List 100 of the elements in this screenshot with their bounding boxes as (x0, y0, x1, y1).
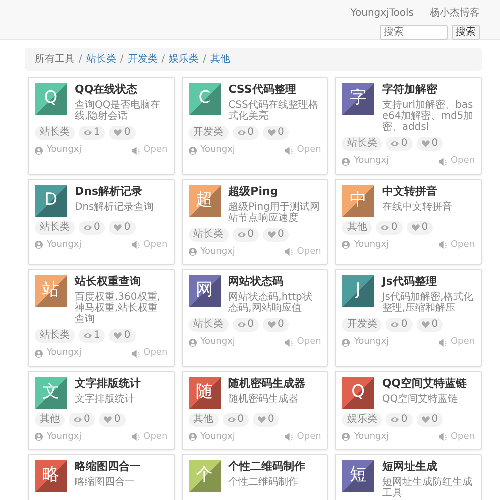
speaker-icon (132, 433, 140, 442)
open-link[interactable]: Open (450, 336, 475, 350)
tool-title[interactable]: 站长权重查询 (75, 275, 168, 288)
logo-tile: Q (35, 83, 67, 115)
heart-icon (114, 332, 122, 340)
view-number: 0 (248, 319, 254, 331)
user-icon (35, 433, 43, 442)
open-link[interactable]: Open (297, 246, 322, 259)
tool-description: 查询QQ是否电脑在线,隐射会话 (75, 100, 162, 122)
tool-description: 超级Ping用于测试网站节点响应速度 (228, 202, 321, 224)
author-name: Youngxj (47, 144, 82, 157)
user-icon (35, 241, 43, 250)
tool-title[interactable]: 随机密码生成器 (228, 376, 322, 390)
tool-description: QQ空间艾特蓝链 (382, 394, 460, 404)
like-number: 0 (124, 222, 131, 234)
tool-title[interactable]: CSS代码整理 (228, 83, 322, 96)
category-tag[interactable]: 站长类 (342, 137, 382, 151)
open-link[interactable]: Open (144, 347, 168, 360)
category-tag[interactable]: 站长类 (35, 329, 75, 343)
author-name: Youngxj (200, 336, 236, 349)
breadcrumb-link[interactable]: 其他 (210, 52, 230, 67)
like-number: 0 (432, 319, 438, 331)
tool-title[interactable]: 短网址生成 (382, 460, 475, 473)
open-link[interactable]: Open (144, 144, 168, 158)
category-tag[interactable]: 其他 (188, 412, 219, 426)
eye-icon (238, 321, 246, 329)
tool-title[interactable]: 个性二维码制作 (228, 460, 322, 473)
tool-title[interactable]: 网站状态码 (228, 275, 322, 288)
eye-icon (84, 224, 92, 232)
like-number: 0 (278, 228, 284, 240)
author-name: Youngxj (354, 336, 390, 349)
tool-description: 短网址生成防红生成工具 (382, 477, 474, 499)
like-number: 0 (124, 127, 131, 139)
like-number: 0 (432, 414, 438, 426)
tool-title[interactable]: QQ在线状态 (75, 83, 168, 96)
eye-icon (381, 224, 390, 232)
open-link[interactable]: Open (297, 144, 322, 158)
logo-tile: 超 (188, 184, 221, 216)
heart-icon (268, 129, 276, 137)
tool-description: 略缩图四合一 (75, 477, 136, 488)
tool-title[interactable]: Dns解析记录 (75, 184, 168, 198)
heart-icon (114, 129, 122, 137)
heart-icon (104, 416, 112, 424)
user-icon (342, 338, 350, 347)
search-field[interactable]: 搜索 (380, 25, 448, 40)
author-name: Youngxj (47, 347, 82, 360)
view-number: 0 (401, 414, 408, 426)
open-link[interactable]: Open (450, 155, 475, 168)
speaker-icon (438, 338, 447, 347)
tool-description: Js代码加解密,格式化整理,压缩和解压 (382, 292, 475, 314)
logo-tile: 略 (35, 460, 67, 492)
logo-tile: 站 (35, 275, 67, 307)
logo-tile: 短 (342, 460, 374, 492)
breadcrumb-link[interactable]: 站长类 (86, 52, 116, 67)
tool-title[interactable]: 文字排版统计 (75, 376, 168, 390)
view-number: 0 (248, 127, 254, 139)
view-number: 0 (84, 414, 90, 426)
breadcrumb-link[interactable]: 娱乐类 (169, 52, 200, 67)
open-link[interactable]: Open (450, 430, 475, 444)
category-tag[interactable]: 站长类 (35, 126, 75, 140)
open-link[interactable]: Open (144, 430, 168, 444)
tool-title[interactable]: 超级Ping (228, 184, 322, 198)
nav-link[interactable]: YoungxjTools (350, 6, 414, 21)
view-number: 0 (94, 222, 100, 234)
like-number: 0 (422, 222, 428, 234)
category-tag[interactable]: 其他 (342, 220, 372, 234)
open-link[interactable]: Open (450, 238, 475, 252)
tool-title[interactable]: QQ空间艾特蓝链 (382, 376, 475, 390)
open-link[interactable]: Open (144, 238, 168, 252)
tool-description: 网站状态码,http状态码,网站响应值 (228, 292, 314, 314)
tool-description: 百度权重,360权重,神马权重,站长权重查询 (75, 292, 162, 325)
author-name: Youngxj (354, 155, 390, 168)
tool-title[interactable]: 字符加解密 (382, 83, 475, 96)
category-tag[interactable]: 站长类 (35, 220, 75, 234)
nav-link[interactable]: 杨小杰博客 (430, 6, 480, 21)
user-icon (188, 338, 197, 347)
category-tag[interactable]: 娱乐类 (342, 412, 382, 426)
speaker-icon (285, 248, 294, 256)
category-tag[interactable]: 其他 (35, 412, 65, 426)
like-number: 0 (278, 127, 284, 139)
category-tag[interactable]: 站长类 (188, 228, 229, 242)
tool-description: 文字排版统计 (75, 394, 136, 404)
heart-icon (268, 321, 276, 329)
speaker-icon (438, 433, 447, 442)
like-number: 0 (432, 138, 438, 150)
category-tag[interactable]: 开发类 (188, 126, 229, 140)
tool-description: 随机密码生成器 (228, 394, 300, 404)
open-link[interactable]: Open (297, 336, 322, 350)
search-button[interactable]: 搜索 (452, 25, 480, 40)
category-tag[interactable]: 站长类 (188, 318, 229, 332)
tool-title[interactable]: 略缩图四合一 (75, 460, 168, 473)
eye-icon (228, 416, 236, 424)
open-link[interactable]: Open (297, 430, 322, 444)
view-number: 0 (248, 228, 254, 240)
breadcrumb-link[interactable]: 所有工具 (35, 52, 75, 67)
category-tag[interactable]: 开发类 (342, 318, 382, 332)
tool-title[interactable]: 中文转拼音 (382, 184, 475, 198)
breadcrumb-link[interactable]: 开发类 (128, 52, 158, 67)
breadcrumb-separator: / (202, 53, 208, 67)
tool-title[interactable]: Js代码整理 (382, 275, 475, 288)
